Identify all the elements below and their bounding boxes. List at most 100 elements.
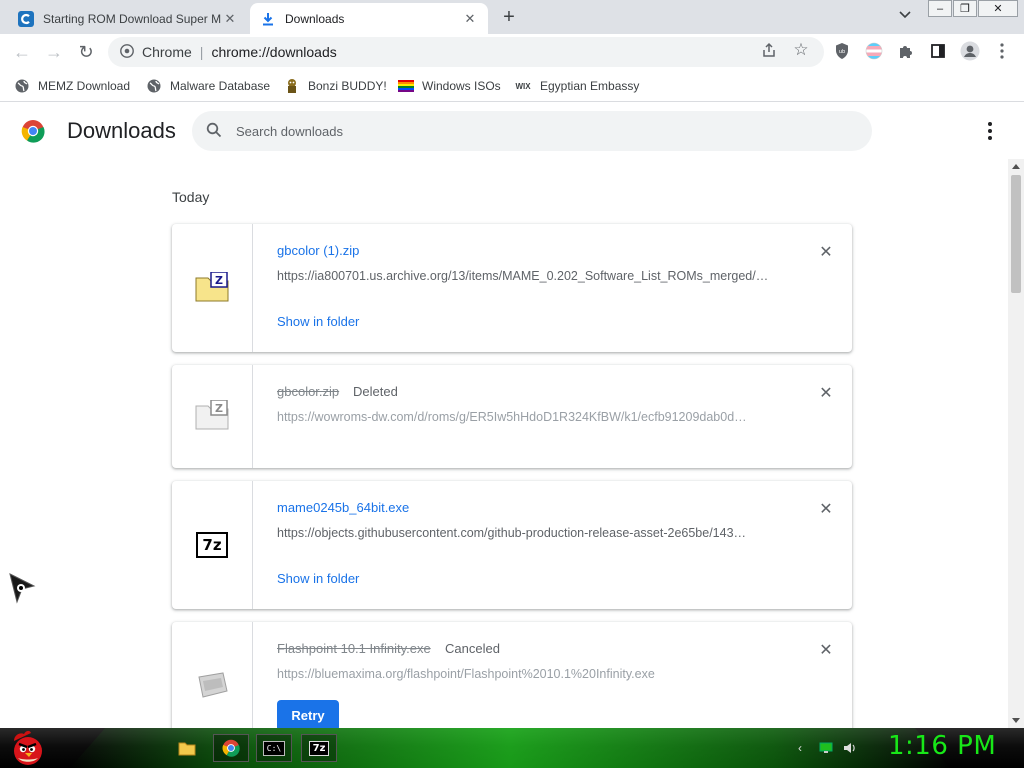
tab-strip: Starting ROM Download Super M ✕ Download… [0, 0, 1024, 34]
bookmark-label: Malware Database [170, 79, 271, 93]
7zip-taskbar-icon[interactable]: 7z [301, 734, 337, 762]
download-item-icon-column [172, 622, 253, 728]
source-url[interactable]: https://objects.githubusercontent.com/gi… [277, 526, 777, 540]
bookmark-label: Egyptian Embassy [540, 79, 640, 93]
browser-menu-icon[interactable] [992, 41, 1012, 61]
date-group-label: Today [172, 189, 210, 205]
download-item: Z gbcolor (1).zip https://ia800701.us.ar… [172, 224, 852, 352]
bookmark-bonzi-buddy[interactable]: Bonzi BUDDY! [284, 77, 387, 95]
scroll-down-arrow[interactable] [1012, 718, 1020, 723]
zip-file-icon: Z [195, 270, 229, 305]
reload-icon[interactable]: ↻ [74, 40, 98, 64]
volume-icon[interactable] [842, 741, 858, 755]
chevron-down-icon[interactable] [896, 8, 914, 26]
installer-icon [195, 671, 229, 702]
share-icon[interactable] [760, 41, 778, 59]
show-in-folder-link[interactable]: Show in folder [277, 571, 359, 586]
download-item: Z gbcolor.zip Deleted https://wowroms-dw… [172, 365, 852, 468]
file-name-link[interactable]: gbcolor (1).zip [277, 243, 359, 258]
bonzi-icon [284, 78, 300, 94]
page-title: Downloads [67, 118, 176, 143]
bookmark-label: Bonzi BUDDY! [308, 79, 387, 93]
bookmark-star-icon[interactable]: ☆ [792, 40, 810, 59]
file-explorer-taskbar-icon[interactable] [172, 734, 202, 762]
svg-text:Z: Z [215, 402, 223, 415]
remove-download-icon[interactable]: ✕ [816, 383, 836, 403]
download-status: Deleted [353, 384, 398, 399]
download-item-icon-column: 7z [172, 481, 253, 609]
new-tab-plus-icon[interactable]: + [498, 6, 520, 28]
url-text[interactable]: chrome://downloads [211, 44, 336, 60]
bookmark-malware-database[interactable]: Malware Database [146, 77, 270, 95]
more-actions-icon[interactable] [980, 119, 1000, 143]
profile-avatar-icon[interactable] [960, 41, 980, 61]
command-prompt-taskbar-icon[interactable]: C:\ [256, 734, 292, 762]
site-chip: Chrome [142, 44, 192, 60]
search-icon [206, 122, 222, 141]
file-name-link[interactable]: mame0245b_64bit.exe [277, 500, 409, 515]
retry-button[interactable]: Retry [277, 700, 339, 728]
source-url[interactable]: https://wowroms-dw.com/d/roms/g/ER5Iw5hH… [277, 410, 777, 424]
globe-icon [14, 78, 30, 94]
site-favicon-icon [18, 10, 34, 27]
bookmark-windows-isos[interactable]: Windows ISOs [398, 77, 501, 95]
tab-downloads[interactable]: Downloads ✕ [250, 3, 488, 34]
bookmark-memz[interactable]: MEMZ Download [14, 77, 130, 95]
download-icon [260, 11, 276, 27]
bookmark-egyptian-embassy[interactable]: WIX Egyptian Embassy [514, 77, 639, 95]
pride-flag-extension-icon[interactable] [864, 41, 884, 61]
scrollbar-thumb[interactable] [1011, 175, 1021, 293]
page-scrollbar[interactable] [1008, 159, 1024, 728]
tab-title: Downloads [285, 11, 345, 26]
chrome-taskbar-icon[interactable] [213, 734, 249, 762]
cmd-icon: C:\ [262, 740, 286, 756]
angry-bird-start-icon[interactable] [8, 729, 48, 768]
downloads-list: Today Z gbcolor (1).zip https://ia800701… [0, 159, 1008, 728]
wix-icon: WIX [515, 81, 531, 91]
chrome-site-icon [120, 43, 134, 61]
taskbar-clock[interactable]: 1:16 PM [888, 731, 996, 761]
file-name: gbcolor.zip [277, 384, 340, 399]
close-window-button[interactable]: ✕ [978, 0, 1018, 17]
7z-icon-label: 7z [202, 536, 222, 554]
tab-close-icon[interactable]: ✕ [462, 11, 478, 27]
forward-arrow-icon[interactable]: → [42, 40, 66, 64]
network-icon[interactable] [818, 741, 834, 755]
remove-download-icon[interactable]: ✕ [816, 499, 836, 519]
back-arrow-icon[interactable]: ← [10, 40, 34, 64]
zip-file-icon: Z [195, 399, 229, 433]
remove-download-icon[interactable]: ✕ [816, 242, 836, 262]
tab-title: Starting ROM Download Super M [43, 11, 222, 26]
svg-text:Z: Z [215, 274, 223, 287]
tab-rom-download[interactable]: Starting ROM Download Super M ✕ [8, 3, 248, 34]
tab-close-icon[interactable]: ✕ [222, 11, 238, 27]
search-input[interactable] [236, 123, 836, 139]
download-item-icon-column: Z [172, 365, 253, 468]
remove-download-icon[interactable]: ✕ [816, 640, 836, 660]
bookmark-label: Windows ISOs [422, 79, 501, 93]
svg-text:ub: ub [839, 49, 845, 55]
download-item: Flashpoint 10.1 Infinity.exe Canceled ht… [172, 622, 852, 728]
source-url[interactable]: https://bluemaxima.org/flashpoint/Flashp… [277, 667, 777, 681]
scroll-up-arrow[interactable] [1012, 164, 1020, 169]
tray-chevron-icon[interactable]: ‹ [792, 741, 808, 755]
source-url[interactable]: https://ia800701.us.archive.org/13/items… [277, 269, 777, 283]
7z-icon: 7z [196, 532, 228, 558]
chrome-logo-icon [21, 119, 45, 146]
7z-icon: 7z [308, 740, 330, 756]
ublock-shield-icon[interactable]: ub [832, 41, 852, 61]
minimize-button[interactable]: – [928, 0, 952, 17]
download-status: Canceled [445, 641, 500, 656]
bookmark-label: MEMZ Download [38, 79, 131, 93]
mouse-cursor-icon [8, 572, 38, 607]
puzzle-extensions-icon[interactable] [896, 41, 916, 61]
restore-button[interactable]: ❐ [953, 0, 977, 17]
address-bar[interactable]: Chrome | chrome://downloads [108, 37, 824, 67]
omnibox-separator: | [199, 44, 204, 60]
side-panel-icon[interactable] [928, 41, 948, 61]
download-item-icon-column: Z [172, 224, 253, 352]
show-in-folder-link[interactable]: Show in folder [277, 314, 359, 329]
downloads-header: Downloads [0, 103, 1024, 159]
globe-icon [146, 78, 162, 94]
search-downloads-box[interactable] [192, 111, 872, 151]
